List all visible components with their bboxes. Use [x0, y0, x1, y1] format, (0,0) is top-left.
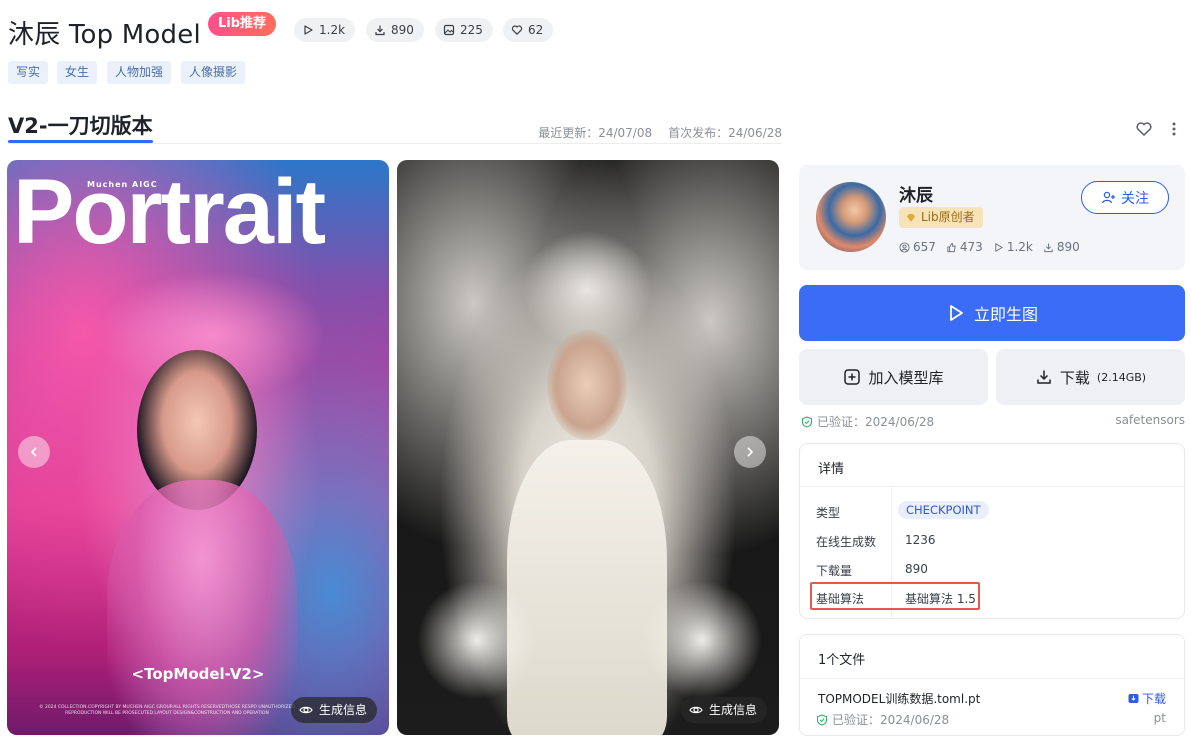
favorite-heart-icon[interactable] [1135, 120, 1153, 138]
tag-female[interactable]: 女生 [57, 61, 98, 84]
avatar[interactable] [816, 182, 886, 252]
download-icon [1044, 242, 1053, 252]
gen-info-label: 生成信息 [318, 703, 367, 717]
generate-label: 立即生图 [973, 305, 1038, 324]
brand-text: Muchen AIGC [87, 180, 158, 189]
add-user-icon [1101, 191, 1115, 204]
author-stats: 657 473 1.2k 890 [899, 240, 1080, 254]
dress-shape [107, 480, 297, 735]
chevron-left-icon [30, 447, 37, 457]
thumb-up-icon [947, 242, 956, 252]
portrait-headline: Portrait [13, 161, 326, 263]
generate-button[interactable]: 立即生图 [799, 285, 1185, 341]
file-extension: pt [1153, 711, 1166, 725]
verification-row: 已验证：2024/06/28 safetensors [801, 413, 1185, 430]
downloads-stat: 890 [366, 18, 424, 42]
file-name: TOPMODEL训练数据.toml.pt [818, 692, 981, 706]
image-icon [443, 24, 455, 36]
feather-right [642, 580, 762, 700]
copyright-text: © 2024 COLLECTION.COPYRIGHT BY MUCHEN AI… [39, 705, 295, 716]
diamond-icon [907, 213, 915, 222]
eye-icon [689, 706, 703, 714]
play-icon [304, 25, 313, 35]
model-title: 沐辰 Top Model [8, 20, 201, 50]
add-library-label: 加入模型库 [868, 368, 944, 387]
author-card: 沐辰 Lib原创者 657 473 1.2k 890 关注 [799, 165, 1185, 270]
creator-badge: Lib原创者 [899, 207, 983, 228]
feather-left [417, 580, 537, 700]
download-size: (2.14GB) [1096, 370, 1147, 384]
images-stat: 225 [435, 18, 493, 42]
gallery-image-portrait[interactable]: Portrait Muchen AIGC <TopModel-V2> © 202… [7, 160, 389, 735]
follow-label: 关注 [1121, 190, 1149, 207]
version-divider [8, 143, 782, 144]
author-likes: 473 [946, 240, 983, 254]
creator-badge-label: Lib原创者 [921, 210, 975, 224]
shield-check-icon [801, 415, 813, 428]
files-divider [800, 678, 1184, 679]
play-icon [995, 242, 1003, 252]
files-title: 1个文件 [818, 653, 866, 668]
file-format: safetensors [1115, 413, 1185, 427]
face-shape [547, 330, 627, 440]
version-tab[interactable]: V2-一刀切版本 [8, 110, 153, 140]
gen-info-button[interactable]: 生成信息 [680, 697, 767, 723]
details-title: 详情 [818, 462, 845, 477]
add-to-library-button[interactable]: 加入模型库 [799, 349, 988, 405]
user-icon [899, 241, 910, 253]
type-badge: CHECKPOINT [898, 501, 989, 519]
detail-label-type: 类型 [816, 506, 841, 520]
download-icon [1037, 370, 1051, 384]
eye-icon [299, 706, 313, 714]
gown-shape [507, 440, 667, 735]
file-verified-status: 已验证：2024/06/28 [816, 711, 949, 728]
files-panel: 1个文件 TOPMODEL训练数据.toml.pt 下载 已验证：2024/06… [799, 634, 1185, 736]
runs-stat: 1.2k [294, 18, 356, 42]
tag-realistic[interactable]: 写实 [8, 61, 49, 84]
runs-count: 1.2k [319, 23, 346, 37]
author-name[interactable]: 沐辰 [899, 181, 933, 206]
tag-character-enhance[interactable]: 人物加强 [107, 61, 172, 84]
details-divider [800, 486, 1184, 487]
author-downloads: 890 [1043, 240, 1080, 254]
download-icon [1128, 694, 1139, 703]
detail-label-online-gens: 在线生成数 [816, 535, 877, 549]
updated-date: 最近更新：24/07/08 [538, 126, 653, 140]
gen-info-label: 生成信息 [708, 703, 757, 717]
likes-count: 62 [528, 23, 544, 37]
download-label: 下载 [1059, 368, 1090, 387]
heart-icon [511, 25, 523, 36]
lib-recommend-badge: Lib推荐 [208, 12, 277, 36]
detail-value-online-gens: 1236 [905, 533, 936, 547]
gen-info-button[interactable]: 生成信息 [290, 697, 377, 723]
chevron-right-icon [747, 447, 754, 457]
file-download-link[interactable]: 下载 [1128, 690, 1166, 707]
author-followers: 657 [899, 240, 936, 254]
gallery-next-button[interactable] [734, 436, 766, 468]
follow-button[interactable]: 关注 [1081, 181, 1169, 214]
downloads-count: 890 [391, 23, 414, 37]
version-dates: 最近更新：24/07/08 首次发布：24/06/28 [538, 124, 782, 141]
gallery-image-angel[interactable]: 生成信息 [397, 160, 779, 735]
base-model-highlight [810, 582, 980, 610]
gallery-prev-button[interactable] [18, 436, 50, 468]
author-runs: 1.2k [993, 240, 1033, 254]
download-button[interactable]: 下载 (2.14GB) [996, 349, 1185, 405]
verified-status: 已验证：2024/06/28 [801, 413, 934, 430]
shield-check-icon [816, 713, 828, 726]
published-date: 首次发布：24/06/28 [668, 126, 782, 140]
likes-stat[interactable]: 62 [503, 18, 554, 42]
tag-portrait-photo[interactable]: 人像摄影 [181, 61, 246, 84]
download-icon [375, 25, 385, 36]
detail-label-downloads: 下载量 [816, 564, 853, 578]
play-icon [950, 305, 963, 321]
images-count: 225 [460, 23, 483, 37]
plus-square-icon [844, 369, 861, 385]
more-menu-icon[interactable] [1168, 120, 1180, 138]
topmodel-caption: <TopModel-V2> [131, 665, 265, 683]
detail-value-downloads: 890 [905, 562, 928, 576]
